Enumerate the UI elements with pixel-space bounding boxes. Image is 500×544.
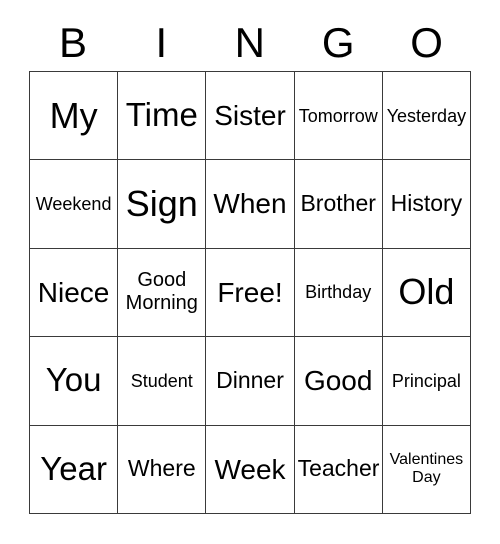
- bingo-cell-i5[interactable]: Where: [118, 425, 207, 514]
- bingo-cell-b1[interactable]: My: [30, 72, 119, 161]
- bingo-cell-b4[interactable]: You: [30, 337, 119, 426]
- bingo-cell-label: Yesterday: [386, 105, 467, 126]
- bingo-cell-g1[interactable]: Tomorrow: [294, 72, 383, 161]
- bingo-cell-b3[interactable]: Niece: [30, 248, 119, 338]
- bingo-cell-label: Principal: [391, 370, 461, 391]
- bingo-cell-o5[interactable]: Valentines Day: [382, 425, 471, 514]
- bingo-cell-label: Old: [398, 271, 455, 313]
- bingo-cell-n1[interactable]: Sister: [206, 72, 295, 161]
- bingo-header-row: B I N G O: [29, 14, 471, 71]
- bingo-cell-n5[interactable]: Week: [206, 425, 295, 514]
- bingo-cell-label: Year: [40, 449, 107, 487]
- bingo-cell-n4[interactable]: Dinner: [206, 337, 295, 426]
- bingo-cell-label: Dinner: [216, 367, 284, 394]
- bingo-grid: My Time Sister Tomorrow Yesterday Weeken…: [29, 71, 471, 514]
- bingo-cell-g4[interactable]: Good: [294, 337, 383, 426]
- bingo-cell-g2[interactable]: Brother: [294, 160, 383, 249]
- bingo-cell-label: Week: [214, 453, 286, 485]
- bingo-cell-o2[interactable]: History: [382, 160, 471, 249]
- bingo-cell-i3[interactable]: Good Morning: [118, 248, 207, 338]
- bingo-cell-i1[interactable]: Time: [118, 72, 207, 161]
- bingo-header-letter-o: O: [410, 18, 444, 66]
- bingo-cell-label: Sign: [125, 182, 198, 224]
- bingo-cell-label: Valentines Day: [389, 451, 464, 487]
- bingo-cell-free[interactable]: Free!: [206, 248, 295, 338]
- bingo-cell-n2[interactable]: When: [206, 160, 295, 249]
- bingo-cell-g3[interactable]: Birthday: [294, 248, 383, 338]
- bingo-cell-label: Weekend: [35, 194, 112, 215]
- bingo-cell-o3[interactable]: Old: [382, 248, 471, 338]
- bingo-card: B I N G O My Time Sister Tomorrow Yester…: [0, 0, 500, 544]
- bingo-cell-label: Tomorrow: [298, 105, 378, 126]
- bingo-cell-label: Niece: [37, 276, 110, 308]
- bingo-cell-label: History: [390, 190, 463, 217]
- bingo-cell-label: When: [213, 188, 287, 220]
- bingo-cell-i4[interactable]: Student: [118, 337, 207, 426]
- bingo-cell-label: You: [45, 361, 102, 399]
- bingo-cell-b5[interactable]: Year: [30, 425, 119, 514]
- bingo-cell-label: Good Morning: [125, 269, 198, 315]
- bingo-cell-label: Good: [303, 365, 373, 397]
- bingo-header-letter-n: N: [234, 18, 266, 66]
- bingo-cell-label: Brother: [300, 190, 376, 217]
- bingo-cell-g5[interactable]: Teacher: [294, 425, 383, 514]
- bingo-header-letter-g: G: [321, 18, 355, 66]
- bingo-cell-label: Birthday: [305, 282, 372, 303]
- bingo-cell-label: Where: [127, 455, 196, 482]
- bingo-cell-label: Sister: [214, 100, 286, 132]
- bingo-cell-label: Free!: [217, 276, 283, 308]
- bingo-cell-label: My: [49, 94, 98, 136]
- bingo-cell-o4[interactable]: Principal: [382, 337, 471, 426]
- bingo-header-letter-i: I: [155, 18, 168, 66]
- bingo-cell-i2[interactable]: Sign: [118, 160, 207, 249]
- bingo-cell-b2[interactable]: Weekend: [30, 160, 119, 249]
- bingo-cell-label: Teacher: [297, 455, 380, 482]
- bingo-header-letter-b: B: [58, 18, 88, 66]
- bingo-cell-label: Time: [125, 96, 198, 134]
- bingo-cell-o1[interactable]: Yesterday: [382, 72, 471, 161]
- bingo-cell-label: Student: [130, 370, 193, 391]
